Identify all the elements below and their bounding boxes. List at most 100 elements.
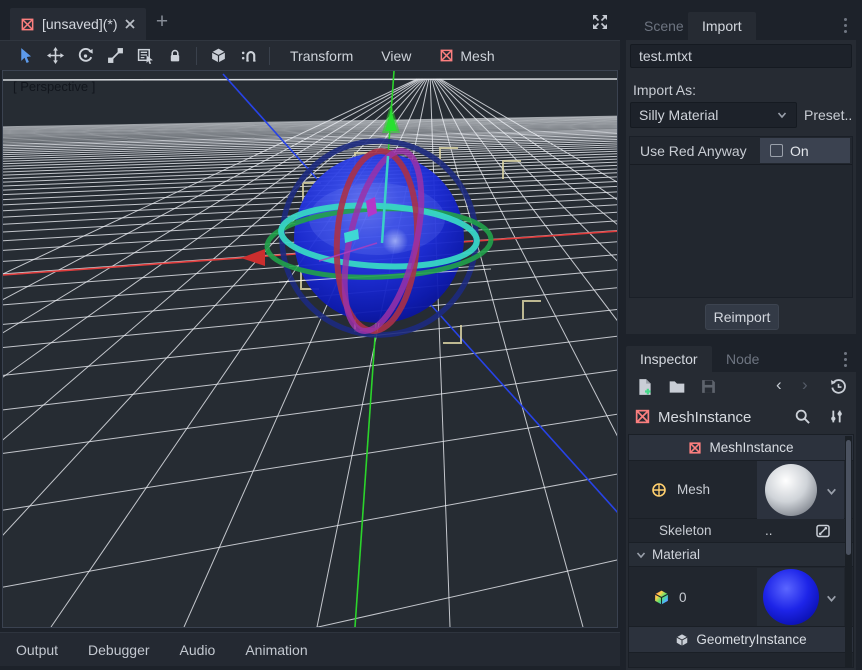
mesh-instance-icon [688,441,702,455]
spatial-editor-toolbar: Transform View Mesh [0,40,620,70]
checkbox-icon[interactable] [770,144,783,157]
param-value-cell[interactable]: On [760,138,850,163]
lock-tool-button[interactable] [160,43,190,69]
mesh-instance-icon [20,17,35,32]
material-0-value-cell[interactable] [757,568,844,626]
chevron-down-icon[interactable] [825,592,838,605]
list-select-icon [137,47,154,64]
inspector-property-list: MeshInstance Mesh Skeleton .. [628,434,854,668]
new-resource-icon [636,378,654,396]
list-select-tool-button[interactable] [130,43,160,69]
category-label: GeometryInstance [696,632,806,647]
category-geometry-instance: GeometryInstance [629,627,853,653]
material-section-label: Material [652,547,700,562]
chevron-down-icon[interactable] [825,485,838,498]
history-back-button[interactable]: ‹ [776,375,782,395]
folder-icon [668,379,686,395]
inspector-scrollbar[interactable] [845,436,852,668]
history-icon [830,378,847,395]
move-tool-button[interactable] [40,43,70,69]
tab-inspector[interactable]: Inspector [626,346,712,372]
object-history-button[interactable] [830,378,847,395]
tab-debugger[interactable]: Debugger [88,642,150,658]
sphere-highlight [382,228,408,254]
new-scene-tab-button[interactable]: + [150,10,174,34]
snap-magnet-icon [240,47,257,64]
mesh-property-label: Mesh [677,482,710,497]
mesh-menu[interactable]: Mesh [425,48,508,64]
local-space-button[interactable] [203,43,233,69]
move-icon [47,47,64,64]
tab-animation[interactable]: Animation [245,642,307,658]
mesh-instance-icon [634,408,651,425]
spatial-material-icon [653,589,670,606]
section-material[interactable]: Material [629,543,853,567]
chevron-down-icon [776,109,788,121]
new-resource-button[interactable] [636,378,654,396]
rotate-tool-button[interactable] [70,43,100,69]
import-filename-field[interactable]: test.mtxt [630,44,852,68]
search-icon [794,408,811,425]
material-0-label: 0 [679,590,687,605]
history-forward-button[interactable]: › [802,375,808,395]
transform-menu-label: Transform [290,48,353,64]
category-mesh-instance: MeshInstance [629,435,853,461]
select-arrow-icon [17,47,34,64]
scene-dock-tab-label: Scene [644,18,684,34]
param-value: On [790,143,809,159]
tab-node[interactable]: Node [712,346,773,372]
mesh-value-cell[interactable] [757,461,844,519]
tab-import-dock[interactable]: Import [688,12,756,40]
scene-tab[interactable]: [unsaved](*) [10,8,146,40]
expand-viewport-icon[interactable] [589,11,611,33]
scale-icon [107,47,124,64]
cube-icon [210,47,227,64]
reimport-button[interactable]: Reimport [705,304,779,330]
dock-menu-icon[interactable] [840,14,850,36]
snap-button[interactable] [233,43,263,69]
tools-icon [828,408,845,425]
preset-button[interactable]: Preset.. [804,107,852,123]
tab-output[interactable]: Output [16,642,58,658]
viewport-scene: [ Perspective ] [3,71,617,627]
inspector-menu-icon[interactable] [840,348,850,370]
search-properties-button[interactable] [794,408,811,425]
grid-lines [3,79,617,627]
property-row-mesh: Mesh [629,461,853,519]
mesh-thumbnail[interactable] [765,464,817,516]
inspector-tab-label: Inspector [640,351,698,367]
bottom-panel-tabs: Output Debugger Audio Animation [0,632,620,666]
mesh-menu-label: Mesh [460,48,494,64]
mesh-instance-icon [439,48,454,63]
view-menu-label: View [381,48,411,64]
close-icon[interactable] [124,18,136,30]
object-icon [634,408,651,425]
import-preset-dropdown[interactable]: Silly Material [630,102,797,128]
import-params-panel: Use Red Anyway On [629,136,853,298]
scene-tab-label: [unsaved](*) [42,16,117,32]
property-row-material-0: 0 [629,567,853,627]
node-path-icon[interactable] [815,523,831,539]
save-icon [700,378,717,395]
object-tools-button[interactable] [828,408,845,425]
toolbar-separator [269,47,270,65]
import-preset-value: Silly Material [639,107,718,123]
load-resource-button[interactable] [668,379,686,395]
material-0-thumbnail[interactable] [763,569,819,625]
toolbar-separator [196,47,197,65]
x-axis-arrow [241,249,265,266]
viewport-perspective-label[interactable]: [ Perspective ] [13,79,95,94]
skeleton-property-label: Skeleton [659,523,712,538]
transform-menu[interactable]: Transform [276,48,367,64]
import-filename: test.mtxt [639,48,692,64]
view-menu[interactable]: View [367,48,425,64]
rotate-icon [77,47,94,64]
select-tool-button[interactable] [10,43,40,69]
scale-tool-button[interactable] [100,43,130,69]
skeleton-value[interactable]: .. [765,523,773,538]
scrollbar-handle[interactable] [846,440,851,555]
3d-viewport[interactable]: [ Perspective ] [2,70,618,628]
tab-audio[interactable]: Audio [180,642,216,658]
geometry-instance-icon [675,633,689,647]
save-resource-button[interactable] [700,378,717,395]
